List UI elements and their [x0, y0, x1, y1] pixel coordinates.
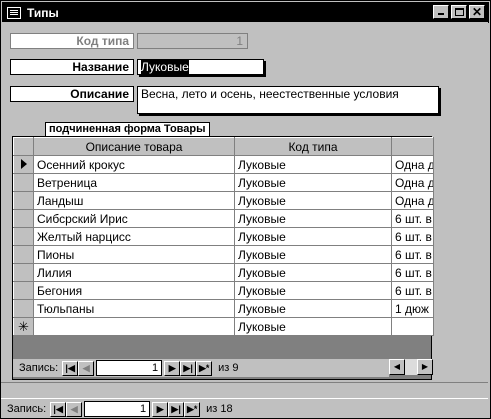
description-cell[interactable]: Желтый нарцисс	[33, 227, 235, 246]
form-record-number[interactable]: 1	[84, 401, 151, 417]
row-selector[interactable]	[13, 155, 34, 174]
row-selector[interactable]	[13, 227, 34, 246]
code-label: Код типа	[10, 33, 134, 49]
minimize-button[interactable]	[433, 5, 449, 19]
column-header-type-code[interactable]: Код типа	[234, 137, 392, 156]
form-hscrollbar[interactable]	[1, 382, 488, 398]
next-record-button[interactable]: ▶	[164, 360, 181, 376]
scroll-track	[405, 359, 417, 375]
type-code-cell[interactable]: Луковые	[234, 191, 392, 210]
new-record-icon: ✳	[18, 318, 29, 334]
minimize-icon	[438, 13, 444, 15]
maximize-icon	[455, 8, 464, 16]
table-row[interactable]: Лилия Луковые 6 шт. в	[13, 263, 434, 282]
form-next-record-button[interactable]: ▶	[152, 401, 169, 417]
scroll-left-icon[interactable]: ◀	[389, 359, 405, 375]
table-row[interactable]: Ландыш Луковые Одна д	[13, 191, 434, 210]
column-header-unit[interactable]	[391, 137, 434, 156]
name-field[interactable]: Луковые	[137, 59, 264, 75]
subform-record-number[interactable]: 1	[96, 360, 163, 376]
row-selector[interactable]	[13, 245, 34, 264]
row-selector[interactable]	[13, 299, 34, 318]
type-code-cell[interactable]: Луковые	[234, 173, 392, 192]
unit-cell[interactable]: 6 шт. в	[391, 281, 434, 300]
row-selector[interactable]	[13, 281, 34, 300]
row-selector[interactable]: ✳	[13, 317, 34, 336]
table-row[interactable]: Тюльпаны Луковые 1 дюж	[13, 299, 434, 318]
maximize-button[interactable]	[451, 5, 467, 19]
subform-nav-label: Запись:	[19, 362, 59, 374]
row-selector[interactable]	[13, 173, 34, 192]
table-row[interactable]: Осенний крокус Луковые Одна д	[13, 155, 434, 174]
table-row[interactable]: Ветреница Луковые Одна д	[13, 173, 434, 192]
description-cell[interactable]: Тюльпаны	[33, 299, 235, 318]
form-prev-record-button[interactable]: ◀	[66, 401, 83, 417]
type-code-cell[interactable]: Луковые	[234, 227, 392, 246]
title-bar[interactable]: Типы ✕	[2, 2, 489, 23]
row-selector[interactable]	[13, 209, 34, 228]
products-grid: Описание товара Код типа Осенний крокус Л…	[13, 137, 434, 336]
unit-cell[interactable]	[391, 317, 434, 336]
code-field[interactable]: 1	[137, 33, 248, 49]
description-cell[interactable]: Осенний крокус	[33, 155, 235, 174]
type-code-cell[interactable]: Луковые	[234, 281, 392, 300]
form-icon[interactable]	[7, 6, 21, 19]
unit-cell[interactable]: 6 шт. в	[391, 209, 434, 228]
type-code-cell[interactable]: Луковые	[234, 263, 392, 282]
last-record-button[interactable]: ▶|	[180, 360, 197, 376]
subform-hscrollbar[interactable]: ◀ ▶	[389, 359, 433, 375]
unit-cell[interactable]: Одна д	[391, 155, 434, 174]
description-cell[interactable]: Лилия	[33, 263, 235, 282]
row-selector[interactable]	[13, 191, 34, 210]
unit-cell[interactable]: 1 дюж	[391, 299, 434, 318]
type-code-cell[interactable]: Луковые	[234, 155, 392, 174]
column-header-description[interactable]: Описание товара	[33, 137, 235, 156]
form-record-count: из 18	[206, 403, 233, 415]
unit-cell[interactable]: Одна д	[391, 191, 434, 210]
subform-record-nav: Запись: |◀ ◀ 1 ▶ ▶| ▶* из 9	[13, 359, 389, 377]
description-cell[interactable]: Сибсрский Ирис	[33, 209, 235, 228]
subform-record-count: из 9	[218, 362, 239, 374]
description-cell[interactable]: Пионы	[33, 245, 235, 264]
form-last-record-button[interactable]: ▶|	[168, 401, 185, 417]
form-nav-label: Запись:	[7, 403, 47, 415]
window-title: Типы	[27, 5, 59, 20]
name-value: Луковые	[141, 60, 189, 74]
form-record-nav: Запись: |◀ ◀ 1 ▶ ▶| ▶* из 18	[1, 398, 488, 418]
type-code-cell[interactable]: Луковые	[234, 317, 392, 336]
form-area: Код типа 1 Название Луковые Описание Вес…	[1, 22, 488, 382]
description-cell[interactable]: Ландыш	[33, 191, 235, 210]
unit-cell[interactable]: Одна д	[391, 173, 434, 192]
unit-cell[interactable]: 6 шт. в	[391, 263, 434, 282]
prev-record-button[interactable]: ◀	[78, 360, 95, 376]
description-cell[interactable]	[33, 317, 235, 336]
new-record-row[interactable]: ✳ Луковые	[13, 317, 434, 336]
table-row[interactable]: Сибсрский Ирис Луковые 6 шт. в	[13, 209, 434, 228]
products-subform: Описание товара Код типа Осенний крокус Л…	[12, 136, 434, 380]
unit-cell[interactable]: 6 шт. в	[391, 245, 434, 264]
table-row[interactable]: Желтый нарцисс Луковые 6 шт. в	[13, 227, 434, 246]
current-record-icon	[20, 158, 27, 169]
subform-title: подчиненная форма Товары	[45, 122, 210, 137]
type-code-cell[interactable]: Луковые	[234, 245, 392, 264]
description-cell[interactable]: Ветреница	[33, 173, 235, 192]
form-first-record-button[interactable]: |◀	[50, 401, 67, 417]
table-row[interactable]: Бегония Луковые 6 шт. в	[13, 281, 434, 300]
form-new-record-button[interactable]: ▶*	[184, 401, 201, 417]
type-code-cell[interactable]: Луковые	[234, 209, 392, 228]
description-label: Описание	[10, 86, 134, 102]
first-record-button[interactable]: |◀	[62, 360, 79, 376]
description-cell[interactable]: Бегония	[33, 281, 235, 300]
close-button[interactable]: ✕	[469, 5, 485, 19]
description-field[interactable]: Весна, лето и осень, неестественные усло…	[137, 86, 439, 114]
corner-selector[interactable]	[13, 137, 34, 156]
table-row[interactable]: Пионы Луковые 6 шт. в	[13, 245, 434, 264]
unit-cell[interactable]: 6 шт. в	[391, 227, 434, 246]
scroll-right-icon[interactable]: ▶	[417, 359, 433, 375]
new-record-button[interactable]: ▶*	[196, 360, 213, 376]
close-icon: ✕	[471, 5, 483, 19]
name-label: Название	[10, 59, 134, 75]
type-code-cell[interactable]: Луковые	[234, 299, 392, 318]
row-selector[interactable]	[13, 263, 34, 282]
